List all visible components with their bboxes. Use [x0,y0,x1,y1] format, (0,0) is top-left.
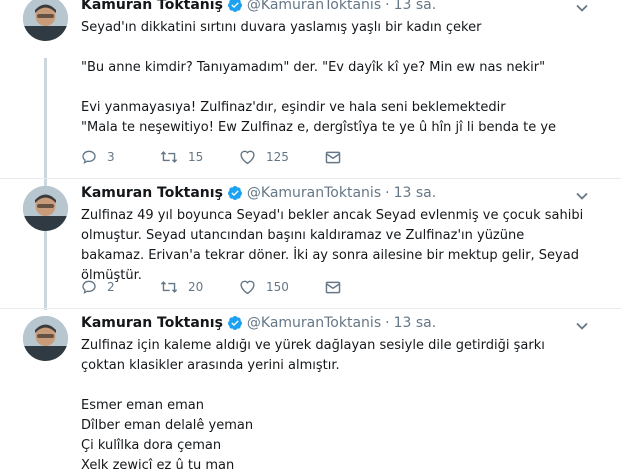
author-handle[interactable]: @KamuranToktanis [247,0,381,14]
retweet-icon [160,281,178,293]
tweet-actions: 2 20 150 [81,278,341,296]
author-handle[interactable]: @KamuranToktanis [247,184,381,202]
reply-icon [82,150,96,164]
tweet-header: Kamuran Toktanış @KamuranToktanis · 13 s… [81,314,591,332]
reply-count: 2 [107,280,115,294]
reply-count: 3 [107,150,115,164]
dm-action[interactable] [325,280,341,295]
author-handle[interactable]: @KamuranToktanis [247,314,381,332]
heart-icon [240,150,255,165]
avatar[interactable] [23,0,68,41]
retweet-action[interactable]: 20 [160,279,239,295]
chevron-down-icon[interactable] [575,1,589,15]
tweet-text: Zulfinaz için kaleme aldığı ve yürek dağ… [81,338,545,473]
timestamp[interactable]: 13 sa. [394,184,437,202]
retweet-count: 20 [188,280,204,294]
tweet-text: Seyad'ın dikkatini sırtını duvara yaslam… [81,20,557,135]
author-name[interactable]: Kamuran Toktanış [81,184,223,202]
avatar[interactable] [23,316,68,361]
tweet-actions: 3 15 125 [81,148,341,166]
tweet-text: Zulfinaz 49 yıl boyunca Seyad'ı bekler a… [81,208,584,283]
verified-badge-icon [227,186,242,200]
separator-dot: · [385,0,390,13]
like-count: 150 [266,280,289,294]
heart-icon [240,280,255,295]
like-action[interactable]: 125 [239,149,325,165]
tweet-header: Kamuran Toktanış @KamuranToktanis · 13 s… [81,184,591,202]
tweet-divider [0,178,621,179]
verified-badge-icon [227,316,242,330]
avatar[interactable] [23,186,68,231]
retweet-action[interactable]: 15 [160,149,239,165]
timestamp[interactable]: 13 sa. [394,314,437,332]
separator-dot: · [385,315,390,331]
tweet-divider [0,308,621,309]
separator-dot: · [385,185,390,201]
tweet-header: Kamuran Toktanış @KamuranToktanis · 13 s… [81,0,591,14]
author-name[interactable]: Kamuran Toktanış [81,314,223,332]
thread-connector-line [44,58,47,310]
like-count: 125 [266,150,289,164]
retweet-count: 15 [188,150,204,164]
verified-badge-icon [227,0,242,12]
chevron-down-icon[interactable] [575,319,589,333]
like-action[interactable]: 150 [239,279,325,295]
author-name[interactable]: Kamuran Toktanış [81,0,223,14]
envelope-icon [325,281,341,293]
retweet-icon [160,151,178,163]
envelope-icon [325,151,341,163]
reply-action[interactable]: 2 [81,279,160,295]
reply-icon [82,280,96,294]
chevron-down-icon[interactable] [575,189,589,203]
dm-action[interactable] [325,150,341,165]
timestamp[interactable]: 13 sa. [394,0,437,14]
reply-action[interactable]: 3 [81,149,160,165]
